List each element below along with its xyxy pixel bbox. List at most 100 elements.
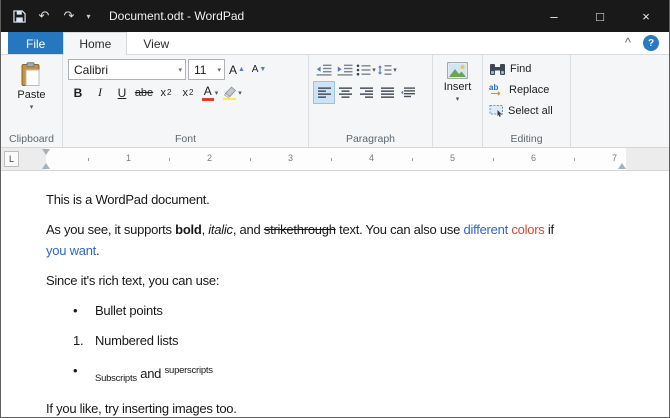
select-all-button[interactable]: Select all bbox=[489, 100, 568, 121]
highlighter-icon bbox=[222, 86, 237, 100]
minimize-button[interactable]: – bbox=[531, 0, 577, 32]
select-all-label: Select all bbox=[508, 105, 553, 117]
decrease-indent-button[interactable] bbox=[314, 59, 334, 80]
highlight-color-button[interactable]: ▾ bbox=[222, 82, 242, 103]
paragraph-settings-icon bbox=[401, 87, 415, 98]
undo-icon: ↶ bbox=[39, 8, 50, 24]
help-icon: ? bbox=[648, 38, 654, 49]
replace-button[interactable]: ab Replace bbox=[489, 79, 568, 100]
tab-stop-selector[interactable]: L bbox=[4, 151, 19, 167]
increase-indent-icon bbox=[337, 64, 353, 76]
paragraph-text: This is a WordPad document. bbox=[46, 192, 210, 207]
help-button[interactable]: ? bbox=[643, 35, 659, 51]
font-size-combo[interactable]: 11 ▾ bbox=[188, 59, 225, 80]
text-run: Subscripts bbox=[95, 373, 137, 384]
paste-button[interactable]: Paste ▾ bbox=[17, 58, 45, 111]
save-button[interactable] bbox=[7, 3, 31, 29]
underline-button[interactable]: U bbox=[112, 82, 132, 103]
insert-label: Insert bbox=[444, 81, 472, 93]
text-run: text. You can also use bbox=[336, 222, 464, 237]
collapse-ribbon-button[interactable]: ^ bbox=[625, 38, 631, 48]
align-left-button[interactable] bbox=[314, 82, 334, 103]
paragraph: As you see, it supports bold, italic, an… bbox=[46, 219, 641, 261]
tabrow-right: ^ ? bbox=[625, 32, 669, 54]
chevron-down-icon: ▾ bbox=[213, 66, 221, 74]
find-button[interactable]: Find bbox=[489, 58, 568, 79]
paragraph-dialog-button[interactable] bbox=[398, 82, 418, 103]
font-color-button[interactable]: A ▾ bbox=[200, 82, 220, 103]
align-right-icon bbox=[360, 87, 373, 98]
select-all-icon bbox=[489, 104, 504, 117]
bold-button[interactable]: B bbox=[68, 82, 88, 103]
shrink-font-button[interactable]: A ▼ bbox=[249, 59, 269, 80]
grow-font-button[interactable]: A ▲ bbox=[227, 59, 247, 80]
text-run: and bbox=[137, 366, 165, 381]
font-group-label: Font bbox=[63, 133, 308, 145]
ruler-active-area bbox=[46, 148, 626, 170]
ruler-tick bbox=[169, 158, 170, 161]
align-center-button[interactable] bbox=[335, 82, 355, 103]
font-row-2: B I U abe x2 x2 A ▾ bbox=[65, 81, 306, 104]
first-line-indent-marker[interactable] bbox=[42, 149, 50, 159]
window-controls: – □ × bbox=[531, 0, 669, 32]
superscript-base: x bbox=[183, 87, 189, 99]
superscript-button[interactable]: x2 bbox=[178, 82, 198, 103]
strikethrough-button[interactable]: abe bbox=[134, 82, 154, 103]
text-run: different bbox=[463, 222, 508, 237]
line-spacing-icon bbox=[377, 64, 392, 76]
start-list-button[interactable]: ▾ bbox=[356, 59, 376, 80]
ruler-number: 2 bbox=[207, 153, 212, 163]
svg-text:ab: ab bbox=[489, 83, 498, 92]
justify-icon bbox=[381, 87, 394, 98]
maximize-button[interactable]: □ bbox=[577, 0, 623, 32]
paragraph-group: ▾ ▾ bbox=[309, 55, 433, 147]
redo-button[interactable]: ↷ bbox=[57, 3, 81, 29]
align-right-button[interactable] bbox=[356, 82, 376, 103]
left-indent-marker[interactable] bbox=[42, 159, 50, 169]
text-run: italic bbox=[208, 222, 233, 237]
ruler-tick bbox=[88, 158, 89, 161]
paste-label: Paste bbox=[17, 89, 45, 101]
undo-button[interactable]: ↶ bbox=[32, 3, 56, 29]
replace-icon: ab bbox=[489, 83, 505, 96]
tab-home[interactable]: Home bbox=[63, 32, 127, 55]
document-area[interactable]: This is a WordPad document. As you see, i… bbox=[1, 171, 669, 417]
close-button[interactable]: × bbox=[623, 0, 669, 32]
paragraph-text: Numbered lists bbox=[95, 330, 178, 351]
font-family-combo[interactable]: Calibri ▾ bbox=[68, 59, 186, 80]
customize-quick-access-button[interactable]: ▾ bbox=[82, 3, 95, 29]
insert-button[interactable]: Insert ▾ bbox=[444, 58, 472, 103]
titlebar: ↶ ↷ ▾ Document.odt - WordPad – □ × bbox=[1, 0, 669, 32]
paragraph-row-2 bbox=[311, 81, 430, 104]
bullet-marker: • bbox=[73, 300, 95, 321]
tab-file[interactable]: File bbox=[8, 32, 63, 54]
superscript-mark: 2 bbox=[189, 88, 193, 97]
text-run: . bbox=[96, 243, 99, 258]
right-indent-marker[interactable] bbox=[618, 159, 626, 169]
paragraph: Since it's rich text, you can use: bbox=[46, 270, 641, 291]
chevron-down-icon: ▾ bbox=[215, 89, 219, 97]
text-run: This is a WordPad document. bbox=[46, 192, 210, 207]
text-run: As you see, it supports bbox=[46, 222, 175, 237]
justify-button[interactable] bbox=[377, 82, 397, 103]
italic-button[interactable]: I bbox=[90, 82, 110, 103]
chevron-down-icon: ▾ bbox=[393, 66, 397, 74]
text-run: , and bbox=[233, 222, 264, 237]
line-spacing-button[interactable]: ▾ bbox=[377, 59, 397, 80]
ruler-number: 4 bbox=[369, 153, 374, 163]
paragraph-text: As you see, it supports bold, italic, an… bbox=[46, 222, 554, 258]
tab-view[interactable]: View bbox=[127, 32, 185, 54]
ribbon: Paste ▾ Clipboard Calibri ▾ 11 ▾ A ▲ bbox=[1, 55, 669, 148]
subscript-button[interactable]: x2 bbox=[156, 82, 176, 103]
align-left-icon bbox=[318, 87, 331, 98]
chevron-down-icon: ▾ bbox=[30, 103, 34, 111]
list-item: 1.Numbered lists bbox=[46, 330, 641, 351]
subscript-mark: 2 bbox=[167, 88, 171, 97]
ruler-number: 5 bbox=[450, 153, 455, 163]
clipboard-icon bbox=[21, 62, 42, 87]
paragraph-row-1: ▾ ▾ bbox=[311, 58, 430, 81]
align-center-icon bbox=[339, 87, 352, 98]
chevron-down-icon: ▾ bbox=[456, 95, 460, 103]
increase-indent-button[interactable] bbox=[335, 59, 355, 80]
insert-group: Insert ▾ bbox=[433, 55, 483, 147]
